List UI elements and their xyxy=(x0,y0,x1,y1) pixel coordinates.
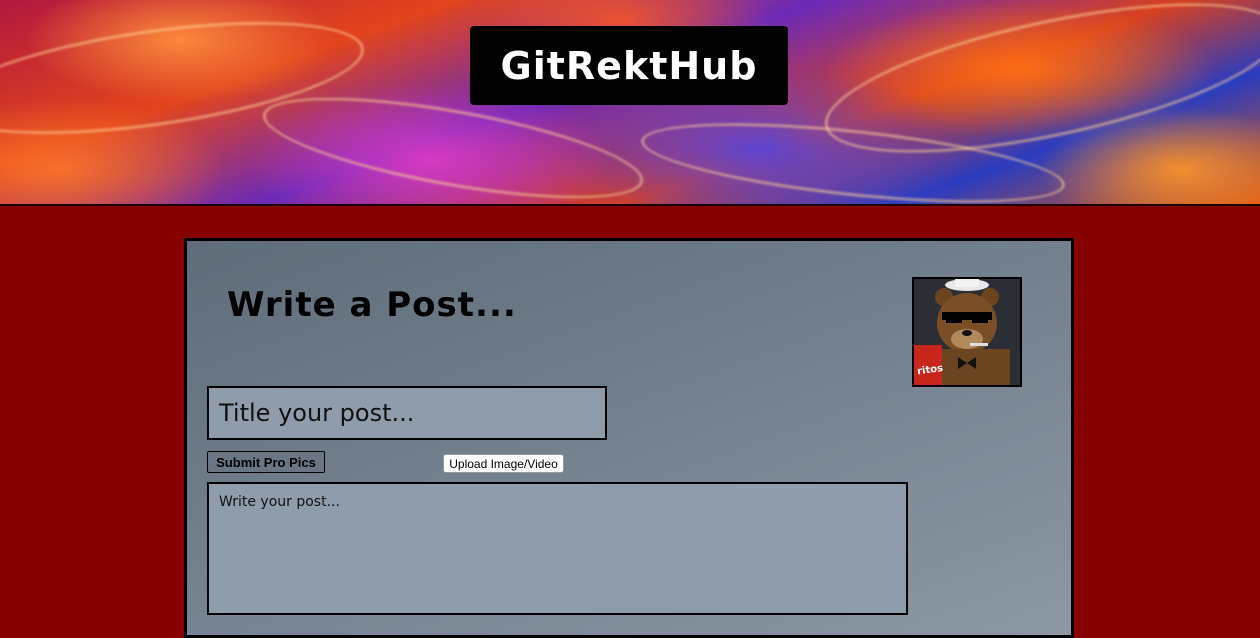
post-body-textarea[interactable] xyxy=(207,482,908,615)
post-composer-panel: Write a Post... ritos Submit Pro Pics Up… xyxy=(184,238,1074,638)
submit-pro-pics-button[interactable]: Submit Pro Pics xyxy=(207,451,325,473)
header-banner: GitRektHub xyxy=(0,0,1260,206)
avatar-bear-icon: ritos xyxy=(914,279,1020,385)
post-title-input[interactable] xyxy=(207,386,607,440)
site-logo[interactable]: GitRektHub xyxy=(470,26,788,105)
page-title: Write a Post... xyxy=(227,285,517,325)
upload-image-video-button[interactable]: Upload Image/Video xyxy=(443,454,564,473)
site-logo-text: GitRektHub xyxy=(500,43,758,88)
user-avatar-icon[interactable]: ritos xyxy=(912,277,1022,387)
